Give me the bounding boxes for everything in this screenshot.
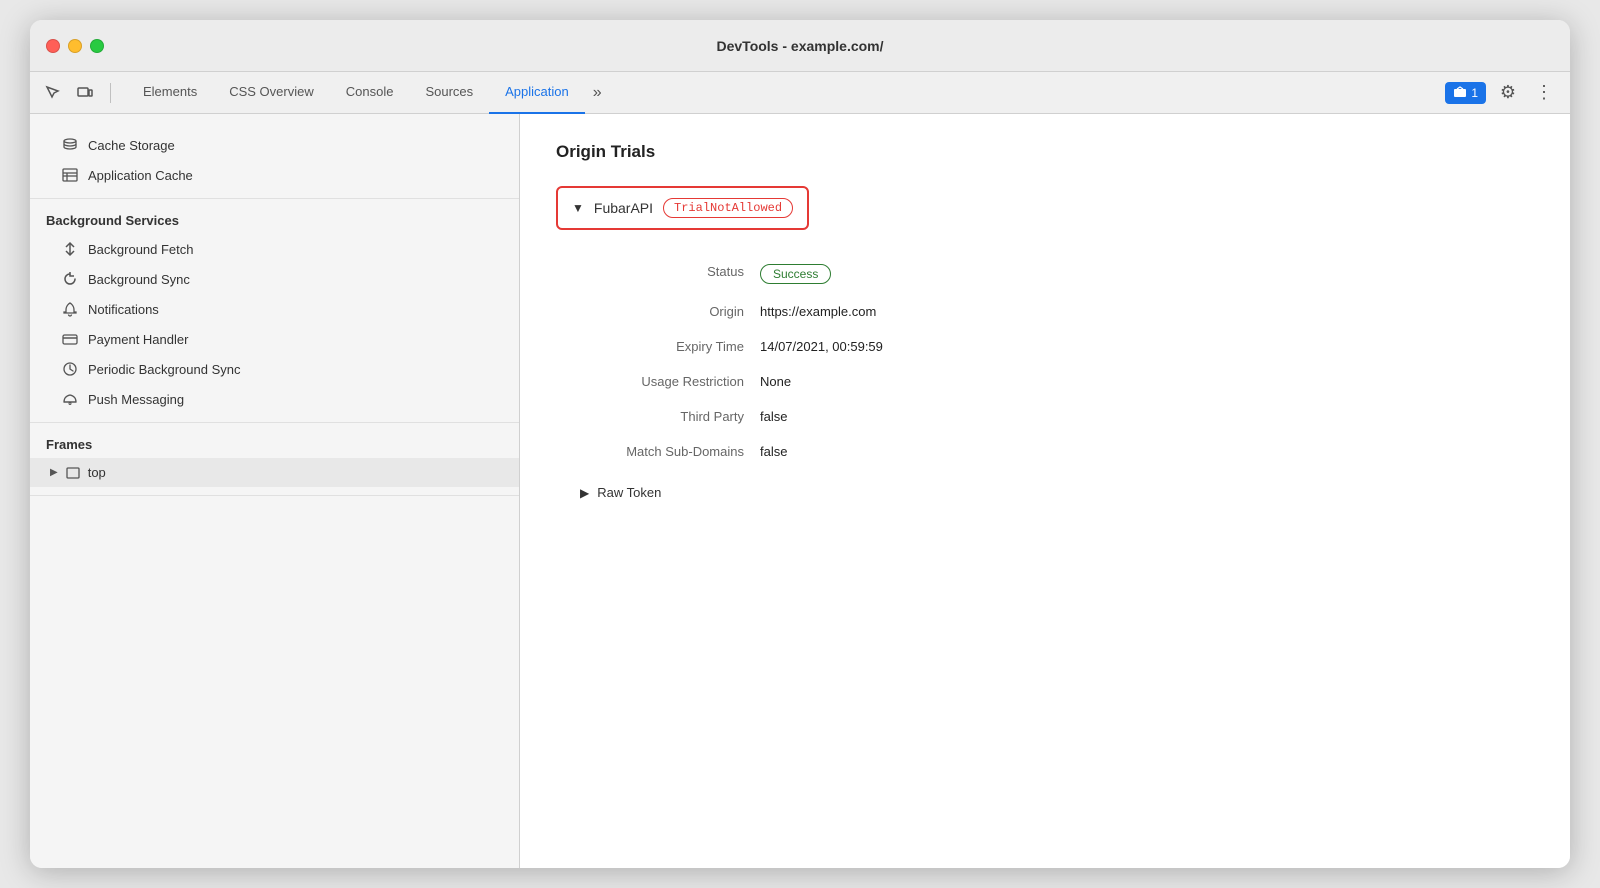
minimize-button[interactable] xyxy=(68,39,82,53)
background-sync-label: Background Sync xyxy=(88,272,190,287)
notifications-icon xyxy=(62,301,78,317)
tabs-container: Elements CSS Overview Console Sources Ap… xyxy=(127,72,1445,114)
third-party-label: Third Party xyxy=(580,399,760,434)
devtools-window: DevTools - example.com/ Elements C xyxy=(30,20,1570,868)
sidebar-item-application-cache[interactable]: Application Cache xyxy=(30,160,519,190)
push-messaging-icon xyxy=(62,391,78,407)
frames-top-label: top xyxy=(88,465,106,480)
sidebar-item-periodic-background-sync[interactable]: Periodic Background Sync xyxy=(30,354,519,384)
sidebar-item-top[interactable]: ▶ top xyxy=(30,458,519,487)
trial-not-allowed-badge: TrialNotAllowed xyxy=(663,198,793,218)
background-fetch-label: Background Fetch xyxy=(88,242,194,257)
tab-bar: Elements CSS Overview Console Sources Ap… xyxy=(30,72,1570,114)
push-messaging-label: Push Messaging xyxy=(88,392,184,407)
sidebar-item-notifications[interactable]: Notifications xyxy=(30,294,519,324)
status-label: Status xyxy=(580,254,760,294)
payment-handler-label: Payment Handler xyxy=(88,332,188,347)
tab-sources[interactable]: Sources xyxy=(409,72,489,114)
tab-elements[interactable]: Elements xyxy=(127,72,213,114)
frames-section: Frames ▶ top xyxy=(30,423,519,496)
cache-storage-icon xyxy=(62,137,78,153)
background-services-header: Background Services xyxy=(30,207,519,234)
status-value: Success xyxy=(760,254,1534,294)
tab-css-overview[interactable]: CSS Overview xyxy=(213,72,330,114)
tab-application[interactable]: Application xyxy=(489,72,585,114)
tab-more-button[interactable]: » xyxy=(585,72,610,114)
traffic-lights xyxy=(46,39,104,53)
periodic-background-sync-icon xyxy=(62,361,78,377)
api-entry-name: FubarAPI xyxy=(594,200,653,216)
notifications-label: Notifications xyxy=(88,302,159,317)
origin-label: Origin xyxy=(580,294,760,329)
storage-section: Cache Storage Application Cache xyxy=(30,122,519,199)
expiry-time-label: Expiry Time xyxy=(580,329,760,364)
device-toggle-icon[interactable] xyxy=(74,82,96,104)
periodic-background-sync-label: Periodic Background Sync xyxy=(88,362,240,377)
success-badge: Success xyxy=(760,264,831,284)
usage-restriction-value: None xyxy=(760,364,1534,399)
toolbar-left xyxy=(42,82,115,104)
tab-console[interactable]: Console xyxy=(330,72,410,114)
notification-button[interactable]: 1 xyxy=(1445,82,1486,104)
frames-header: Frames xyxy=(30,431,519,458)
more-options-icon[interactable]: ⋮ xyxy=(1530,79,1558,107)
match-sub-domains-value: false xyxy=(760,434,1534,469)
toolbar-divider xyxy=(110,83,111,103)
title-bar: DevTools - example.com/ xyxy=(30,20,1570,72)
detail-panel: Origin Trials ▼ FubarAPI TrialNotAllowed… xyxy=(520,114,1570,868)
inspect-icon[interactable] xyxy=(42,82,64,104)
api-entry: ▼ FubarAPI TrialNotAllowed xyxy=(556,186,809,230)
background-services-section: Background Services Background Fetch xyxy=(30,199,519,423)
cache-storage-label: Cache Storage xyxy=(88,138,175,153)
background-fetch-icon xyxy=(62,241,78,257)
sidebar: Cache Storage Application Cache xyxy=(30,114,520,868)
third-party-value: false xyxy=(760,399,1534,434)
frame-icon xyxy=(66,466,80,480)
usage-restriction-label: Usage Restriction xyxy=(580,364,760,399)
panel-title: Origin Trials xyxy=(556,142,1534,162)
background-sync-icon xyxy=(62,271,78,287)
expiry-time-value: 14/07/2021, 00:59:59 xyxy=(760,329,1534,364)
maximize-button[interactable] xyxy=(90,39,104,53)
settings-icon[interactable]: ⚙ xyxy=(1494,79,1522,107)
raw-token-expand-icon[interactable]: ▶ xyxy=(580,486,589,500)
main-content: Cache Storage Application Cache xyxy=(30,114,1570,868)
raw-token-label: Raw Token xyxy=(597,485,661,500)
application-cache-icon xyxy=(62,167,78,183)
sidebar-item-background-sync[interactable]: Background Sync xyxy=(30,264,519,294)
detail-rows: Status Success Origin https://example.co… xyxy=(556,254,1534,469)
sidebar-item-background-fetch[interactable]: Background Fetch xyxy=(30,234,519,264)
sidebar-item-cache-storage[interactable]: Cache Storage xyxy=(30,130,519,160)
origin-value: https://example.com xyxy=(760,294,1534,329)
frames-top-arrow-icon: ▶ xyxy=(50,467,58,478)
api-entry-expand-icon[interactable]: ▼ xyxy=(572,201,584,215)
raw-token-row: ▶ Raw Token xyxy=(556,485,1534,500)
toolbar-right: 1 ⚙ ⋮ xyxy=(1445,79,1558,107)
payment-handler-icon xyxy=(62,331,78,347)
sidebar-item-push-messaging[interactable]: Push Messaging xyxy=(30,384,519,414)
window-title: DevTools - example.com/ xyxy=(716,38,883,54)
sidebar-item-payment-handler[interactable]: Payment Handler xyxy=(30,324,519,354)
close-button[interactable] xyxy=(46,39,60,53)
match-sub-domains-label: Match Sub-Domains xyxy=(580,434,760,469)
application-cache-label: Application Cache xyxy=(88,168,193,183)
